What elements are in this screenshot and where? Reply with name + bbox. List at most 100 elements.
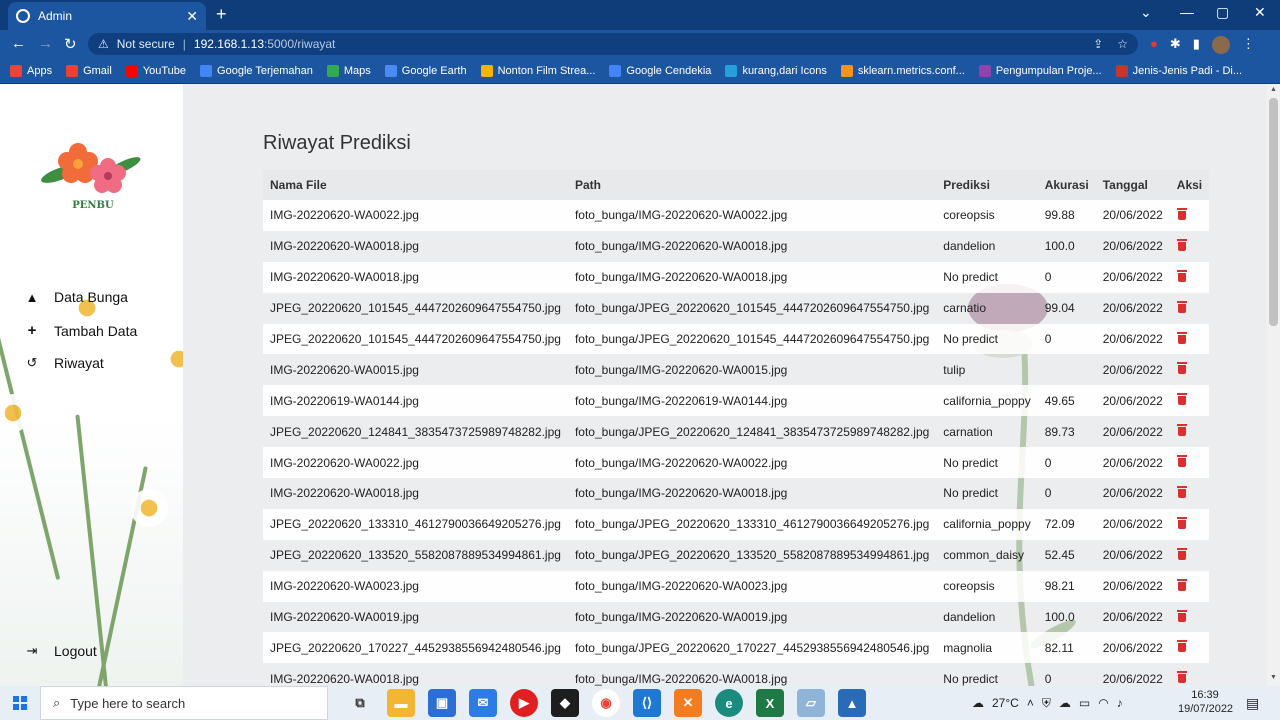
bookmark-favicon-icon (840, 64, 853, 77)
tab-admin[interactable]: Admin ✕ (8, 2, 206, 30)
trash-icon[interactable] (1176, 609, 1187, 622)
logout-icon: ⇥ (26, 643, 38, 658)
vscode-icon[interactable]: ⟨⟩ (633, 689, 661, 717)
chevron-down-icon[interactable]: ⌄ (1140, 4, 1152, 21)
forward-button[interactable]: → (38, 35, 53, 52)
table-cell (1037, 354, 1096, 386)
trash-icon[interactable] (1176, 238, 1187, 251)
chevron-up-icon[interactable]: ˄ (1027, 696, 1034, 710)
extension-icon[interactable]: ● (1150, 36, 1158, 54)
table-cell: foto_bunga/IMG-20220620-WA0018.jpg (567, 478, 937, 509)
edge-icon[interactable]: e (715, 689, 743, 717)
excel-icon[interactable]: X (756, 689, 784, 717)
xampp-icon[interactable]: ✕ (674, 689, 702, 717)
sidebar-item-riwayat[interactable]: ↺ Riwayat (24, 355, 104, 371)
bookmark-label: Nonton Film Strea... (497, 64, 596, 77)
table-cell: No predict (936, 261, 1038, 293)
trash-icon[interactable] (1176, 269, 1187, 282)
trash-icon[interactable] (1176, 578, 1187, 591)
share-icon[interactable]: ⇪ (1093, 37, 1103, 51)
store-icon[interactable]: ▣ (428, 689, 456, 717)
scroll-down-icon[interactable]: ▼ (1270, 674, 1277, 681)
star-icon[interactable]: ☆ (1117, 37, 1128, 51)
table-cell: 89.73 (1037, 416, 1096, 448)
taskbar-clock[interactable]: 16:39 19/07/2022 (1178, 688, 1233, 716)
table-row: JPEG_20220620_133520_5582087889534994861… (263, 539, 1210, 571)
address-bar[interactable]: ⚠ Not secure | 192.168.1.13 :5000/riwaya… (88, 33, 1138, 55)
bookmark-item[interactable]: Gmail (66, 64, 112, 77)
trash-icon[interactable] (1176, 331, 1187, 344)
bookmark-item[interactable]: sklearn.metrics.conf... (840, 64, 965, 77)
app-icon[interactable]: ▱ (797, 689, 825, 717)
shield-icon[interactable]: ⛨ (1042, 696, 1051, 711)
windows-taskbar: ⌕ Type here to search ⧉ ▬ ▣ ✉ ▶ ◆ ◉ ⟨⟩ ✕… (0, 686, 1280, 720)
bookmark-item[interactable]: Maps (326, 64, 371, 77)
bookmark-item[interactable]: YouTube (125, 64, 186, 77)
start-button[interactable] (0, 686, 40, 720)
bookmark-item[interactable]: Apps (10, 64, 52, 77)
table-cell: foto_bunga/JPEG_20220620_170227_44529385… (567, 632, 937, 664)
chrome-icon[interactable]: ◉ (592, 689, 620, 717)
trash-icon[interactable] (1176, 455, 1187, 468)
sidepanel-icon[interactable]: ▮ (1193, 36, 1200, 54)
sidebar-item-tambah-data[interactable]: + Tambah Data (24, 322, 138, 339)
new-tab-button[interactable]: + (216, 4, 227, 25)
back-button[interactable]: ← (11, 35, 26, 52)
table-cell: foto_bunga/IMG-20220620-WA0018.jpg (567, 261, 937, 293)
notification-icon[interactable]: ▤ (1246, 695, 1259, 712)
trash-icon[interactable] (1176, 300, 1187, 313)
bookmark-item[interactable]: Nonton Film Strea... (480, 64, 596, 77)
bookmark-favicon-icon (480, 64, 493, 77)
wifi-icon[interactable]: ◠ (1098, 696, 1108, 710)
scrollbar-thumb[interactable] (1269, 98, 1278, 326)
maximize-button[interactable]: ▢ (1216, 4, 1229, 21)
table-cell: coreopsis (936, 200, 1038, 231)
bookmark-item[interactable]: Google Terjemahan (200, 64, 313, 77)
bookmark-item[interactable]: kurang,dari Icons (725, 64, 827, 77)
taskbar-search[interactable]: ⌕ Type here to search (40, 686, 328, 720)
bookmark-item[interactable]: Pengumpulan Proje... (978, 64, 1102, 77)
trash-icon[interactable] (1176, 671, 1187, 684)
close-tab-icon[interactable]: ✕ (186, 8, 198, 25)
scroll-up-icon[interactable]: ▲ (1270, 86, 1277, 93)
temperature[interactable]: 27°C (992, 696, 1019, 710)
battery-icon[interactable]: ▭ (1079, 696, 1090, 710)
vertical-scrollbar[interactable]: ▲ ▼ (1267, 84, 1280, 686)
file-explorer-icon[interactable]: ▬ (387, 689, 415, 717)
bookmark-item[interactable]: Jenis-Jenis Padi - Di... (1115, 64, 1242, 77)
minimize-button[interactable]: — (1180, 4, 1194, 20)
warning-icon[interactable]: ⚠ (98, 37, 109, 51)
bookmark-favicon-icon (200, 64, 213, 77)
photos-icon[interactable]: ▲ (838, 689, 866, 717)
table-cell: JPEG_20220620_101545_4447202609647554750… (263, 323, 568, 355)
puzzle-icon[interactable]: ✱ (1170, 36, 1181, 54)
media-player-icon[interactable]: ▶ (510, 689, 538, 717)
figma-icon[interactable]: ◆ (551, 689, 579, 717)
table-row: JPEG_20220620_101545_4447202609647554750… (263, 323, 1210, 355)
trash-icon[interactable] (1176, 207, 1187, 220)
sidebar-item-data-bunga[interactable]: ▲ Data Bunga (24, 289, 128, 305)
trash-icon[interactable] (1176, 640, 1187, 653)
weather-icon[interactable]: ☁ (972, 696, 984, 710)
trash-icon[interactable] (1176, 547, 1187, 560)
task-view-icon[interactable]: ⧉ (346, 689, 374, 717)
trash-icon[interactable] (1176, 362, 1187, 375)
menu-dots-icon[interactable]: ⋮ (1242, 36, 1255, 54)
close-window-button[interactable]: ✕ (1254, 4, 1266, 21)
mail-icon[interactable]: ✉ (469, 689, 497, 717)
bookmark-item[interactable]: Google Earth (384, 64, 467, 77)
bookmark-item[interactable]: Google Cendekia (609, 64, 711, 77)
table-cell: 49.65 (1037, 385, 1096, 417)
trash-icon[interactable] (1176, 393, 1187, 406)
table-cell: carnatio (936, 292, 1038, 324)
speaker-icon[interactable]: ♪ (1117, 696, 1123, 710)
trash-icon[interactable] (1176, 424, 1187, 437)
page-title: Riwayat Prediksi (263, 132, 411, 154)
cloud-icon[interactable]: ☁ (1059, 696, 1071, 710)
url-host: 192.168.1.13 (193, 37, 264, 51)
trash-icon[interactable] (1176, 516, 1187, 529)
profile-avatar[interactable] (1211, 36, 1230, 54)
trash-icon[interactable] (1176, 485, 1187, 498)
logout-link[interactable]: ⇥ Logout (24, 643, 97, 659)
reload-button[interactable]: ↻ (64, 35, 77, 53)
